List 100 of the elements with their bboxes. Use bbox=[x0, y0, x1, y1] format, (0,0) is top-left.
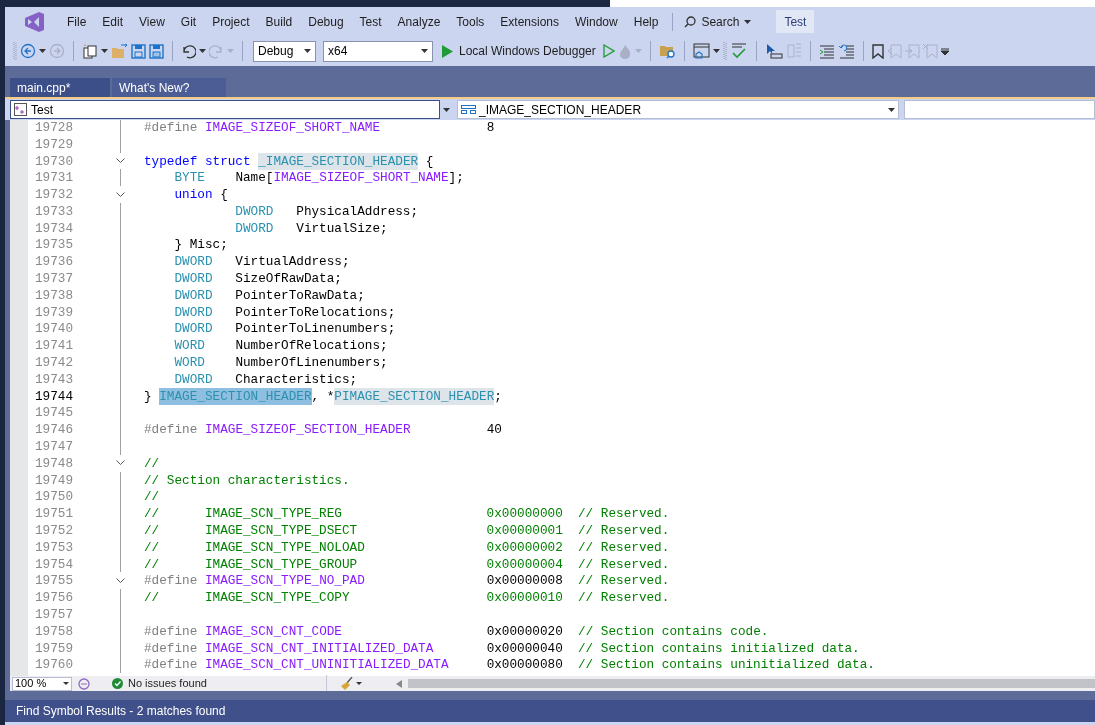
outdent-icon[interactable] bbox=[837, 43, 855, 59]
editor-tab[interactable]: main.cpp* bbox=[10, 78, 110, 97]
code-token: IMAGE_SIZEOF_SHORT_NAME bbox=[273, 169, 449, 187]
open-folder-icon[interactable] bbox=[111, 43, 128, 59]
platform-dropdown[interactable]: x64 bbox=[323, 40, 433, 62]
code-token: SizeOfRawData; bbox=[234, 270, 342, 288]
line-number: 19751 bbox=[33, 505, 73, 523]
code-token: IMAGE_SCN_CNT_UNINITIALIZED_DATA bbox=[204, 656, 449, 674]
code-comment: // Section contains code. bbox=[577, 622, 769, 640]
line-number: 19728 bbox=[33, 120, 73, 136]
debugger-button[interactable]: Local Windows Debugger bbox=[438, 42, 600, 60]
code-token: #define bbox=[144, 120, 199, 136]
line-number: 19730 bbox=[33, 152, 73, 170]
scroll-left-icon[interactable] bbox=[396, 679, 402, 688]
member-dropdown[interactable] bbox=[904, 100, 1095, 119]
chevron-icon[interactable] bbox=[116, 191, 125, 198]
line-number: 19731 bbox=[33, 169, 73, 187]
code-comment: // Reserved. bbox=[577, 572, 670, 590]
menu-item[interactable]: Project bbox=[204, 10, 258, 33]
issues-status[interactable]: No issues found bbox=[128, 675, 207, 692]
solution-name[interactable]: Test bbox=[776, 10, 815, 33]
app-logo-icon bbox=[23, 10, 45, 33]
line-number: 19740 bbox=[33, 320, 73, 338]
save-all-icon[interactable] bbox=[149, 43, 164, 59]
line-number: 19749 bbox=[33, 471, 73, 489]
chevron-icon[interactable] bbox=[116, 460, 125, 467]
code-token: 0x00000020 bbox=[485, 622, 563, 640]
code-token: } bbox=[144, 387, 153, 405]
window-icon[interactable] bbox=[692, 43, 710, 59]
save-icon[interactable] bbox=[131, 43, 146, 59]
menu-item[interactable]: Help bbox=[625, 10, 667, 33]
code-token: WORD bbox=[173, 354, 205, 372]
line-number: 19750 bbox=[33, 488, 73, 506]
menu-item[interactable]: Analyze bbox=[389, 10, 449, 33]
overflow-icon[interactable] bbox=[940, 47, 949, 55]
play-icon bbox=[442, 44, 453, 58]
check-circle-icon[interactable] bbox=[112, 678, 123, 689]
code-token: IMAGE_SIZEOF_SHORT_NAME bbox=[204, 120, 381, 136]
menu-item[interactable]: Build bbox=[257, 10, 301, 33]
editor-tab[interactable]: What's New? bbox=[112, 78, 226, 97]
menu-item[interactable]: Git bbox=[172, 10, 205, 33]
code-token: union bbox=[173, 186, 213, 204]
code-token: #define bbox=[144, 421, 199, 439]
code-token: #define bbox=[144, 656, 199, 674]
code-token: WORD bbox=[173, 337, 205, 355]
spell-check-icon[interactable] bbox=[729, 43, 748, 59]
line-number: 19743 bbox=[33, 370, 73, 388]
menu-item[interactable]: Edit bbox=[94, 10, 132, 33]
struct-icon bbox=[461, 105, 476, 114]
code-token: NumberOfRelocations; bbox=[234, 337, 388, 355]
search-icon bbox=[684, 15, 697, 28]
menu-item[interactable]: Window bbox=[567, 10, 626, 33]
search-button[interactable]: Search bbox=[679, 12, 757, 31]
cursor-icon[interactable] bbox=[764, 43, 783, 59]
code-token: , * bbox=[311, 387, 335, 405]
undo-icon[interactable] bbox=[181, 43, 196, 59]
configuration-dropdown[interactable]: Debug bbox=[253, 40, 316, 62]
code-token: { bbox=[219, 186, 228, 204]
zoom-dropdown[interactable]: 100 % bbox=[12, 676, 72, 691]
line-number: 19758 bbox=[33, 622, 73, 640]
broom-icon[interactable] bbox=[341, 677, 353, 690]
code-token: 0x00000008 bbox=[485, 572, 563, 590]
line-number: 19742 bbox=[33, 354, 73, 372]
line-number: 19729 bbox=[33, 135, 73, 153]
chevron-icon[interactable] bbox=[116, 577, 125, 584]
code-token: } Misc; bbox=[173, 236, 228, 254]
code-token: IMAGE_SECTION_HEADER bbox=[159, 387, 312, 405]
menu-item[interactable]: Extensions bbox=[492, 10, 568, 33]
project-dropdown[interactable]: Test bbox=[10, 100, 440, 119]
code-comment: // Section characteristics. bbox=[144, 471, 350, 489]
folder-search-icon[interactable] bbox=[658, 43, 676, 59]
scope-dropdown[interactable]: _IMAGE_SECTION_HEADER bbox=[457, 100, 899, 119]
code-token: 0x00000080 bbox=[485, 656, 563, 674]
code-token: VirtualSize; bbox=[295, 219, 388, 237]
code-token: 0x00000040 bbox=[485, 639, 563, 657]
code-token: IMAGE_SCN_CNT_CODE bbox=[204, 622, 342, 640]
caret-icon bbox=[356, 682, 362, 685]
play-outline-icon[interactable] bbox=[602, 44, 615, 58]
code-token: DWORD bbox=[173, 303, 213, 321]
code-token: DWORD bbox=[173, 253, 213, 271]
menu-item[interactable]: Test bbox=[351, 10, 390, 33]
line-number: 19745 bbox=[33, 404, 73, 422]
menu-item[interactable]: File bbox=[59, 10, 95, 33]
new-project-icon[interactable] bbox=[82, 43, 98, 59]
indent-icon[interactable] bbox=[818, 43, 835, 59]
code-token: IMAGE_SCN_TYPE_NO_PAD bbox=[204, 572, 365, 590]
gripper-icon bbox=[722, 41, 727, 61]
horizontal-scrollbar[interactable] bbox=[408, 679, 1095, 688]
line-number: 19738 bbox=[33, 286, 73, 304]
line-number: 19747 bbox=[33, 438, 73, 456]
menu-item[interactable]: Debug bbox=[300, 10, 352, 33]
menu-item[interactable]: View bbox=[131, 10, 173, 33]
back-icon[interactable] bbox=[20, 43, 36, 59]
caret-icon bbox=[744, 19, 752, 24]
code-token: #define bbox=[144, 622, 199, 640]
code-token: _IMAGE_SECTION_HEADER bbox=[258, 152, 419, 170]
caret-icon bbox=[63, 682, 69, 685]
bookmark-icon[interactable] bbox=[871, 43, 884, 59]
menu-item[interactable]: Tools bbox=[448, 10, 493, 33]
chevron-icon[interactable] bbox=[116, 158, 125, 164]
